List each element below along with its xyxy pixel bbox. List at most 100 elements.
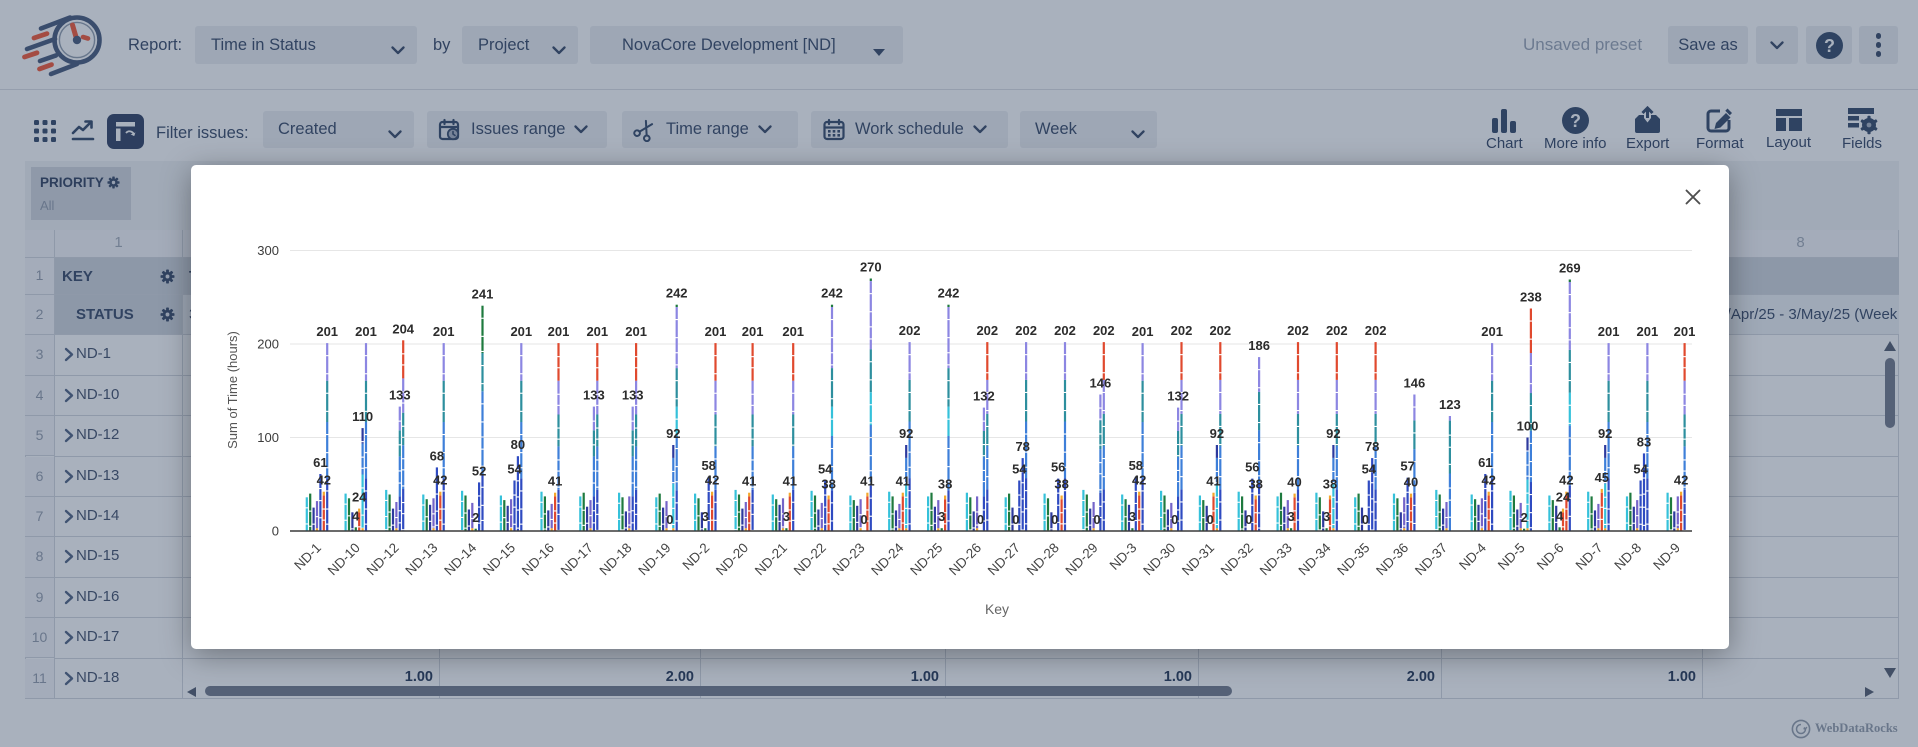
svg-text:300: 300 (257, 243, 279, 258)
svg-text:40: 40 (1404, 475, 1418, 490)
svg-text:0: 0 (977, 512, 984, 527)
svg-text:61: 61 (1478, 455, 1492, 470)
svg-text:202: 202 (1287, 323, 1309, 338)
svg-text:ND-31: ND-31 (1179, 540, 1217, 578)
svg-text:201: 201 (742, 324, 764, 339)
svg-text:0: 0 (666, 512, 673, 527)
svg-text:38: 38 (1323, 477, 1337, 492)
svg-text:242: 242 (821, 286, 843, 301)
svg-text:110: 110 (352, 409, 373, 424)
svg-text:3: 3 (1287, 509, 1294, 524)
svg-text:201: 201 (355, 324, 377, 339)
svg-text:24: 24 (1556, 490, 1571, 505)
svg-text:Sum of Time (hours): Sum of Time (hours) (225, 331, 240, 449)
svg-text:ND-19: ND-19 (635, 540, 673, 578)
svg-text:54: 54 (1633, 462, 1648, 477)
svg-text:ND-17: ND-17 (558, 540, 596, 578)
svg-text:202: 202 (1015, 323, 1037, 338)
svg-text:ND-7: ND-7 (1573, 540, 1606, 573)
svg-text:57: 57 (1400, 459, 1414, 474)
svg-text:92: 92 (1326, 426, 1340, 441)
svg-text:0: 0 (1245, 512, 1252, 527)
svg-text:201: 201 (1637, 324, 1659, 339)
svg-text:201: 201 (705, 324, 727, 339)
svg-text:ND-27: ND-27 (985, 540, 1023, 578)
svg-text:200: 200 (257, 337, 279, 352)
svg-text:146: 146 (1404, 376, 1426, 391)
svg-text:ND-34: ND-34 (1296, 540, 1335, 579)
svg-text:58: 58 (701, 458, 715, 473)
svg-text:201: 201 (1674, 324, 1696, 339)
svg-text:54: 54 (818, 462, 833, 477)
svg-text:42: 42 (317, 473, 331, 488)
svg-text:ND-32: ND-32 (1218, 540, 1256, 578)
svg-text:ND-18: ND-18 (597, 540, 635, 578)
svg-text:ND-12: ND-12 (364, 540, 402, 578)
svg-text:123: 123 (1439, 397, 1461, 412)
svg-text:ND-10: ND-10 (325, 540, 363, 578)
svg-text:3: 3 (1129, 509, 1136, 524)
svg-text:56: 56 (1245, 460, 1259, 475)
svg-text:242: 242 (666, 286, 688, 301)
svg-text:201: 201 (625, 324, 647, 339)
svg-text:3: 3 (1323, 509, 1330, 524)
svg-text:54: 54 (1362, 462, 1377, 477)
svg-text:41: 41 (1206, 474, 1220, 489)
svg-text:204: 204 (392, 321, 414, 336)
svg-text:4: 4 (1556, 508, 1564, 523)
svg-text:269: 269 (1559, 261, 1581, 276)
svg-text:ND-16: ND-16 (519, 540, 557, 578)
svg-text:202: 202 (1209, 323, 1231, 338)
svg-text:186: 186 (1248, 338, 1270, 353)
svg-text:0: 0 (272, 524, 279, 539)
svg-text:52: 52 (472, 463, 486, 478)
svg-text:80: 80 (511, 437, 525, 452)
svg-text:ND-33: ND-33 (1257, 540, 1295, 578)
svg-text:41: 41 (548, 474, 562, 489)
svg-text:83: 83 (1637, 434, 1651, 449)
svg-text:ND-4: ND-4 (1456, 540, 1489, 573)
svg-text:ND-14: ND-14 (441, 540, 480, 579)
svg-text:201: 201 (510, 324, 532, 339)
svg-text:38: 38 (938, 477, 952, 492)
svg-text:92: 92 (666, 426, 680, 441)
svg-text:3: 3 (783, 509, 790, 524)
svg-text:201: 201 (1481, 324, 1503, 339)
svg-text:201: 201 (433, 324, 455, 339)
svg-text:2: 2 (472, 510, 479, 525)
svg-text:38: 38 (1248, 477, 1262, 492)
svg-text:132: 132 (1167, 389, 1189, 404)
svg-text:0: 0 (1051, 512, 1058, 527)
svg-text:ND-28: ND-28 (1024, 540, 1062, 578)
svg-text:42: 42 (1481, 473, 1495, 488)
svg-text:ND-22: ND-22 (791, 540, 829, 578)
svg-text:ND-23: ND-23 (830, 540, 868, 578)
svg-text:202: 202 (1054, 323, 1076, 338)
svg-text:ND-35: ND-35 (1334, 540, 1372, 578)
svg-text:201: 201 (1132, 324, 1154, 339)
svg-text:2: 2 (1520, 510, 1527, 525)
svg-text:202: 202 (1171, 323, 1193, 338)
svg-text:24: 24 (352, 490, 367, 505)
svg-text:41: 41 (742, 474, 756, 489)
svg-text:ND-2: ND-2 (680, 540, 713, 573)
svg-text:78: 78 (1015, 439, 1029, 454)
svg-text:202: 202 (899, 323, 921, 338)
svg-text:54: 54 (1012, 462, 1027, 477)
svg-text:42: 42 (1559, 473, 1573, 488)
svg-text:242: 242 (938, 286, 960, 301)
svg-text:201: 201 (586, 324, 608, 339)
svg-text:45: 45 (1595, 470, 1609, 485)
svg-text:0: 0 (860, 512, 867, 527)
svg-text:ND-1: ND-1 (291, 540, 324, 573)
svg-text:ND-15: ND-15 (480, 540, 518, 578)
svg-text:0: 0 (1093, 512, 1100, 527)
svg-text:100: 100 (257, 430, 279, 445)
svg-text:58: 58 (1129, 458, 1143, 473)
svg-text:41: 41 (783, 474, 797, 489)
svg-text:ND-29: ND-29 (1063, 540, 1101, 578)
svg-text:ND-20: ND-20 (713, 540, 751, 578)
svg-text:270: 270 (860, 260, 882, 275)
svg-text:42: 42 (433, 473, 447, 488)
svg-text:ND-30: ND-30 (1140, 540, 1178, 578)
